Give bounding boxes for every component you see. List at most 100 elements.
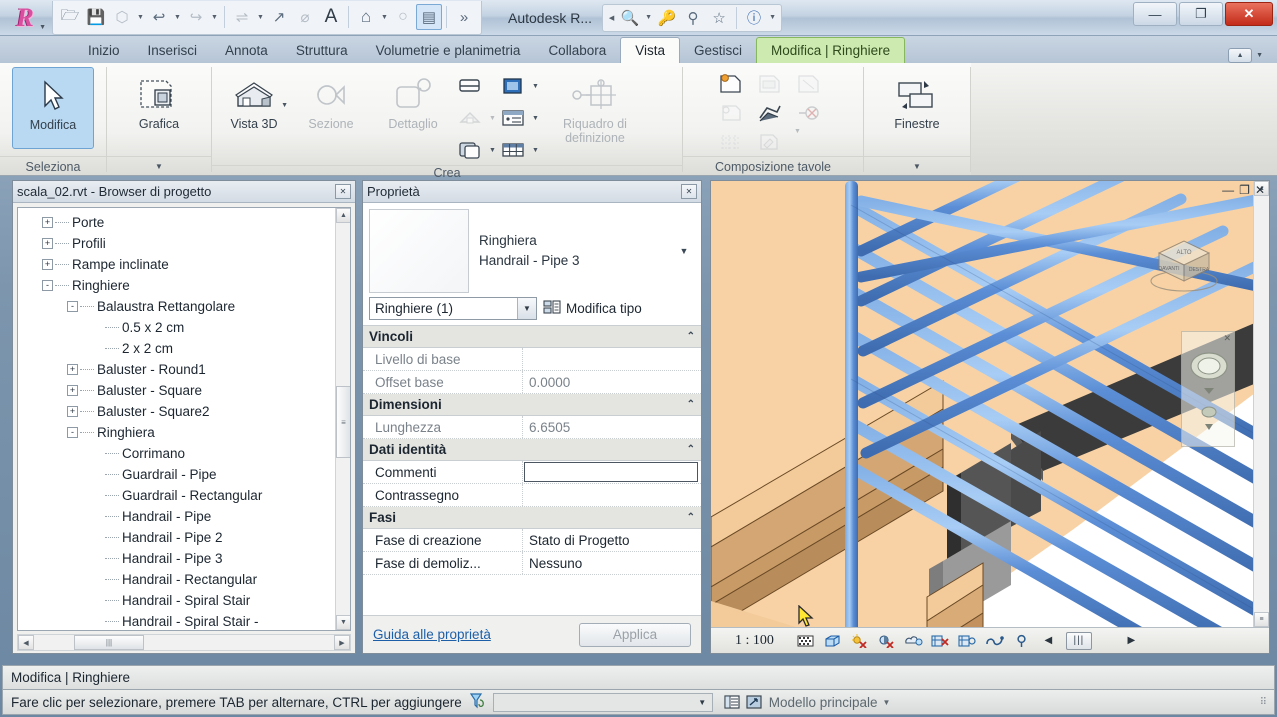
browser-scroll-down-icon[interactable]: ▼ xyxy=(336,615,350,630)
application-menu-button[interactable]: R ▼ xyxy=(2,1,48,35)
dettaglio-button[interactable]: Dettaglio xyxy=(372,67,454,131)
show-crop-region-icon[interactable] xyxy=(958,632,977,650)
legend-caret-icon[interactable]: ▼ xyxy=(531,83,540,90)
close-button[interactable]: ✕ xyxy=(1225,2,1273,26)
browser-tree-item[interactable]: Handrail - Pipe 2 xyxy=(24,527,350,548)
maximize-button[interactable]: ❐ xyxy=(1179,2,1223,26)
grafica-panel-expand-icon[interactable]: ▼ xyxy=(155,162,163,171)
tab-modifica-ringhiere[interactable]: Modifica | Ringhiere xyxy=(756,37,906,63)
tab-collabora[interactable]: Collabora xyxy=(534,38,620,63)
property-value[interactable]: Stato di Progetto xyxy=(523,529,701,551)
property-value[interactable]: Nessuno xyxy=(523,552,701,574)
property-group-collapse-icon[interactable]: ⌃ xyxy=(687,444,695,455)
matchline-icon[interactable] xyxy=(754,99,786,127)
view-minimize-button[interactable]: — xyxy=(1222,183,1234,197)
browser-tree-item[interactable]: Corrimano xyxy=(24,443,350,464)
legend-icon[interactable] xyxy=(497,72,529,100)
tab-vista[interactable]: Vista xyxy=(620,37,681,63)
drafting-view-icon[interactable] xyxy=(454,72,486,100)
titleblock-icon[interactable] xyxy=(754,70,786,98)
browser-vertical-scrollbar[interactable]: ▲ ≡ ▼ xyxy=(335,208,350,630)
visual-style-icon[interactable] xyxy=(823,632,842,650)
design-option-label[interactable]: Modello principale ▼ xyxy=(769,695,891,710)
element-selector-caret-icon[interactable]: ▼ xyxy=(517,298,536,319)
browser-tree-item[interactable]: 2 x 2 cm xyxy=(24,338,350,359)
tree-collapse-icon[interactable]: - xyxy=(67,427,78,438)
view-options-icon[interactable]: ▶ xyxy=(1122,632,1141,650)
default-3d-view-icon[interactable]: ⌂ xyxy=(353,4,379,30)
schedule-caret-icon[interactable]: ▼ xyxy=(531,115,540,122)
worksets-icon[interactable] xyxy=(721,692,743,712)
expand-qat-icon[interactable]: » xyxy=(451,4,477,30)
design-options-icon[interactable] xyxy=(743,692,765,712)
riquadro-definizione-button[interactable]: Riquadro di definizione xyxy=(540,67,650,146)
view-vertical-scrollbar[interactable]: ▲ ≡ xyxy=(1253,181,1269,627)
redo-caret-icon[interactable]: ▼ xyxy=(209,4,220,30)
guide-grid-icon[interactable] xyxy=(715,128,747,156)
exchange-icon[interactable]: ⚲ xyxy=(680,5,706,31)
3d-view-caret-icon[interactable]: ▼ xyxy=(379,4,390,30)
project-browser-close-icon[interactable]: ✕ xyxy=(335,184,351,199)
property-group-header[interactable]: Dimensioni ⌃ xyxy=(363,394,701,416)
align-caret-icon[interactable]: ▼ xyxy=(255,4,266,30)
property-group-header[interactable]: Fasi ⌃ xyxy=(363,507,701,529)
tree-expand-icon[interactable]: + xyxy=(67,385,78,396)
navigation-wheel-close-icon[interactable]: ✕ xyxy=(1223,333,1231,344)
tab-annota[interactable]: Annota xyxy=(211,38,282,63)
browser-scroll-up-icon[interactable]: ▲ xyxy=(336,208,350,223)
infocenter-expand-icon[interactable]: ◀ xyxy=(606,5,617,31)
property-group-collapse-icon[interactable]: ⌃ xyxy=(687,512,695,523)
search-caret-icon[interactable]: ▼ xyxy=(643,5,654,31)
browser-tree-item[interactable]: Guardrail - Pipe xyxy=(24,464,350,485)
view-options-handle-icon[interactable]: ≡ xyxy=(1254,612,1269,627)
tree-expand-icon[interactable]: + xyxy=(67,364,78,375)
properties-type-preview[interactable]: Ringhiera Handrail - Pipe 3 ▼ xyxy=(363,203,701,297)
property-group-collapse-icon[interactable]: ⌃ xyxy=(687,399,695,410)
browser-tree-item[interactable]: - Balaustra Rettangolare xyxy=(24,296,350,317)
finestre-panel-expand-icon[interactable]: ▼ xyxy=(913,162,921,171)
revisions-icon[interactable] xyxy=(754,128,786,156)
browser-tree-item[interactable]: + Baluster - Square xyxy=(24,380,350,401)
view-reference-icon[interactable] xyxy=(793,99,825,127)
table-caret-icon[interactable]: ▼ xyxy=(531,147,540,154)
filter-icon[interactable] xyxy=(468,692,487,712)
browser-tree-item[interactable]: Handrail - Rectangular xyxy=(24,569,350,590)
property-group-collapse-icon[interactable]: ⌃ xyxy=(687,331,695,342)
schedule-icon[interactable] xyxy=(497,104,529,132)
tree-expand-icon[interactable]: + xyxy=(42,259,53,270)
tree-collapse-icon[interactable]: - xyxy=(67,301,78,312)
crop-view-off-icon[interactable] xyxy=(931,632,950,650)
vista-3d-button[interactable]: Vista 3D ▼ xyxy=(218,67,290,131)
grafica-button[interactable]: Grafica xyxy=(118,67,200,131)
view-cube[interactable]: ALTO DAVANTI DESTRA xyxy=(1145,223,1223,295)
tree-collapse-icon[interactable]: - xyxy=(42,280,53,291)
browser-tree-item[interactable]: Handrail - Spiral Stair xyxy=(24,590,350,611)
undo-icon[interactable]: ↩ xyxy=(146,4,172,30)
revisions-caret-icon[interactable]: ▼ xyxy=(793,128,802,156)
open-icon[interactable]: 🗁 xyxy=(57,4,83,30)
browser-scroll-right-icon[interactable]: ▶ xyxy=(334,635,350,650)
property-group-header[interactable]: Vincoli ⌃ xyxy=(363,326,701,348)
search-icon[interactable]: 🔍 xyxy=(617,5,643,31)
view-close-button[interactable]: ✕ xyxy=(1255,183,1265,197)
reveal-hidden-elements-icon[interactable]: ◀ xyxy=(1039,632,1058,650)
new-sheet-icon[interactable] xyxy=(715,70,747,98)
save-icon[interactable]: 💾 xyxy=(83,4,109,30)
properties-close-icon[interactable]: ✕ xyxy=(681,184,697,199)
view-restore-button[interactable]: ❐ xyxy=(1239,183,1250,197)
view-on-sheet-icon[interactable] xyxy=(715,99,747,127)
navigation-wheel-panel[interactable]: ✕ xyxy=(1181,331,1235,447)
browser-horizontal-scrollbar[interactable]: ◀ ||| ▶ xyxy=(17,634,351,651)
modifica-button[interactable]: Modifica xyxy=(12,67,94,149)
browser-scroll-thumb[interactable]: ≡ xyxy=(336,386,350,458)
duplicate-view-icon[interactable] xyxy=(454,136,486,164)
type-selector-caret-icon[interactable]: ▼ xyxy=(673,209,695,293)
worksharing-display-icon[interactable]: ||| xyxy=(1065,631,1092,650)
tree-expand-icon[interactable]: + xyxy=(67,406,78,417)
section-icon[interactable]: ○ xyxy=(390,4,416,30)
measure-icon[interactable]: ↗ xyxy=(266,4,292,30)
resize-grip[interactable]: ⠿ xyxy=(1260,697,1268,708)
sezione-button[interactable]: Sezione xyxy=(290,67,372,131)
text-icon[interactable]: A xyxy=(318,4,344,30)
browser-tree-item[interactable]: Handrail - Pipe 3 xyxy=(24,548,350,569)
